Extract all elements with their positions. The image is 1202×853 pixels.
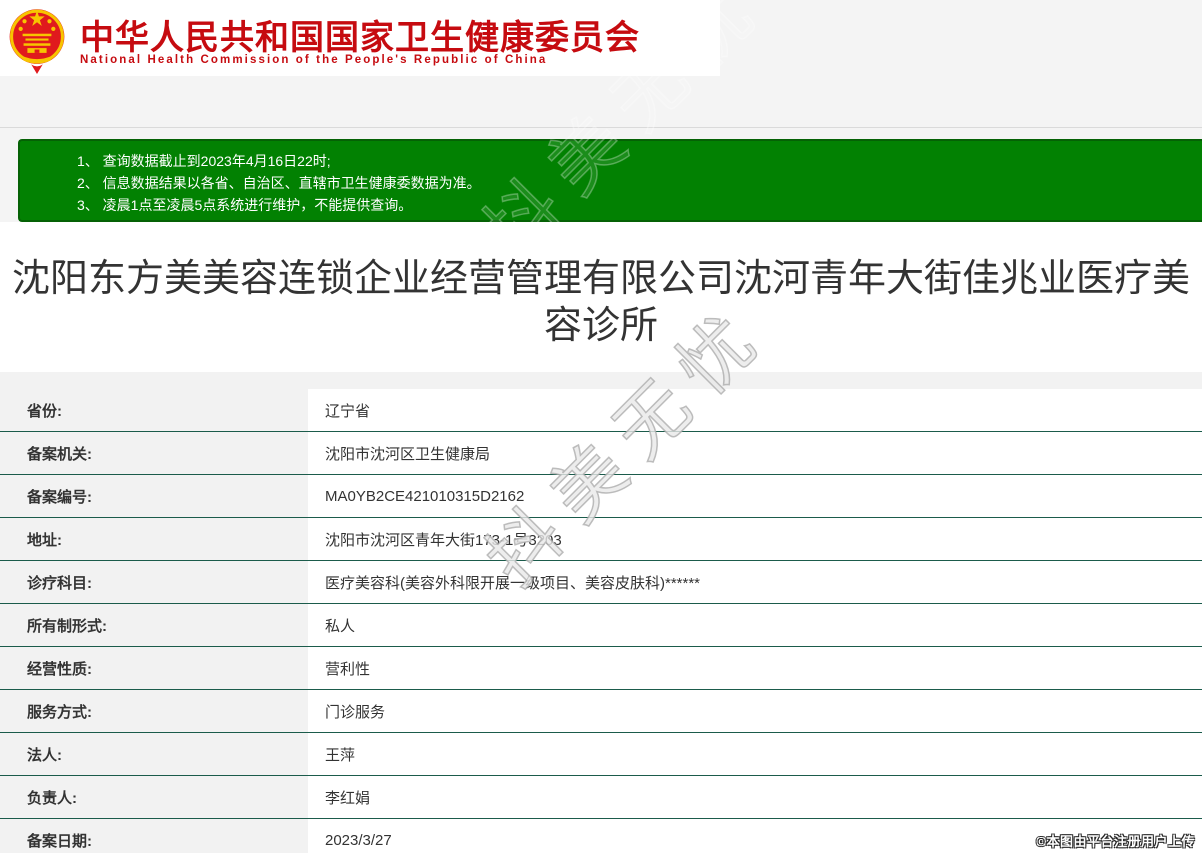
- notice-line-2: 2、 信息数据结果以各省、自治区、直辖市卫生健康委数据为准。: [77, 172, 1202, 194]
- site-logo-banner: 中华人民共和国国家卫生健康委员会 National Health Commiss…: [0, 0, 720, 76]
- field-value: 门诊服务: [308, 690, 1202, 732]
- field-label: 负责人:: [0, 776, 308, 818]
- table-top-strip: [0, 372, 1202, 389]
- field-label: 经营性质:: [0, 647, 308, 689]
- notice-line-3: 3、 凌晨1点至凌晨5点系统进行维护，不能提供查询。: [77, 194, 1202, 216]
- field-label: 所有制形式:: [0, 604, 308, 646]
- site-title-english: National Health Commission of the People…: [80, 54, 547, 66]
- field-label: 备案日期:: [0, 819, 308, 853]
- field-value: 医疗美容科(美容外科限开展一级项目、美容皮肤科)******: [308, 561, 1202, 603]
- record-detail-table: 省份: 辽宁省 备案机关: 沈阳市沈河区卫生健康局 备案编号: MA0YB2CE…: [0, 372, 1202, 853]
- table-row-ownership: 所有制形式: 私人: [0, 604, 1202, 647]
- header-divider: [0, 127, 1202, 128]
- notice-box: 1、 查询数据截止到2023年4月16日22时; 2、 信息数据结果以各省、自治…: [18, 139, 1202, 222]
- field-label: 服务方式:: [0, 690, 308, 732]
- field-value: 营利性: [308, 647, 1202, 689]
- notice-line-1: 1、 查询数据截止到2023年4月16日22时;: [77, 150, 1202, 172]
- table-row-filing-date: 备案日期: 2023/3/27: [0, 819, 1202, 853]
- field-label: 地址:: [0, 518, 308, 560]
- table-row-legal-person: 法人: 王萍: [0, 733, 1202, 776]
- field-label: 诊疗科目:: [0, 561, 308, 603]
- institution-name-line-1: 沈阳东方美美容连锁企业经营管理有限公司沈河青年大街佳兆业医疗美: [0, 256, 1202, 303]
- watermark-upload-credit: ©本图由平台注册用户上传: [1036, 831, 1195, 850]
- table-row-filing-authority: 备案机关: 沈阳市沈河区卫生健康局: [0, 432, 1202, 475]
- table-row-address: 地址: 沈阳市沈河区青年大街173-1号3203: [0, 518, 1202, 561]
- table-row-service-mode: 服务方式: 门诊服务: [0, 690, 1202, 733]
- field-label: 备案编号:: [0, 475, 308, 517]
- institution-name-title: 沈阳东方美美容连锁企业经营管理有限公司沈河青年大街佳兆业医疗美 容诊所: [0, 222, 1202, 350]
- table-row-province: 省份: 辽宁省: [0, 389, 1202, 432]
- field-value: 私人: [308, 604, 1202, 646]
- table-row-business-nature: 经营性质: 营利性: [0, 647, 1202, 690]
- table-row-person-in-charge: 负责人: 李红娟: [0, 776, 1202, 819]
- field-value: 王萍: [308, 733, 1202, 775]
- field-value: 沈阳市沈河区青年大街173-1号3203: [308, 518, 1202, 560]
- institution-name-line-2: 容诊所: [0, 303, 1202, 350]
- national-emblem-icon: [8, 3, 66, 74]
- field-label: 法人:: [0, 733, 308, 775]
- field-value: 李红娟: [308, 776, 1202, 818]
- field-value: MA0YB2CE421010315D2162: [308, 475, 1202, 517]
- table-row-filing-number: 备案编号: MA0YB2CE421010315D2162: [0, 475, 1202, 518]
- field-label: 省份:: [0, 389, 308, 431]
- site-title-chinese: 中华人民共和国国家卫生健康委员会: [80, 10, 640, 59]
- field-value: 辽宁省: [308, 389, 1202, 431]
- field-value: 沈阳市沈河区卫生健康局: [308, 432, 1202, 474]
- field-label: 备案机关:: [0, 432, 308, 474]
- table-row-treatment-subjects: 诊疗科目: 医疗美容科(美容外科限开展一级项目、美容皮肤科)******: [0, 561, 1202, 604]
